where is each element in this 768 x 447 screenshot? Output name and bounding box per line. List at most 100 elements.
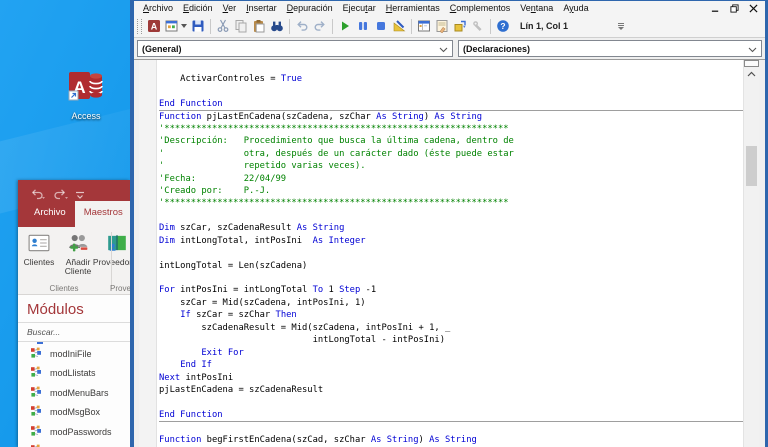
shortcut-label: Access <box>71 111 101 121</box>
menu-herramientas[interactable]: Herramientas <box>381 3 445 13</box>
paste-icon[interactable] <box>251 18 267 34</box>
code-line: 'Fecha: 22/04/99 <box>159 173 287 184</box>
tab-maestros[interactable]: Maestros <box>74 201 130 227</box>
module-name: modPasswords <box>50 426 112 437</box>
restore-icon[interactable] <box>730 3 739 13</box>
menu-ayuda[interactable]: Ayuda <box>558 3 593 13</box>
svg-text:A: A <box>151 22 158 32</box>
module-list-item[interactable]: modMenuBars <box>18 383 130 403</box>
toolbox-icon[interactable] <box>470 18 486 34</box>
nav-pane-title[interactable]: Módulos <box>18 295 130 323</box>
vbe-toolbar: A? Lín 1, Col 1 <box>134 15 765 38</box>
toolbar-separator <box>411 18 412 34</box>
cut-icon[interactable] <box>215 18 231 34</box>
module-list-item[interactable]: modLlistats <box>18 364 130 384</box>
view-access-icon[interactable]: A <box>146 18 162 34</box>
module-list-item[interactable]: modIniFile <box>18 344 130 364</box>
svg-text:?: ? <box>500 21 505 31</box>
menu-ventana[interactable]: Ventana <box>515 3 558 13</box>
customize-qat-icon[interactable] <box>75 187 91 199</box>
save-icon[interactable] <box>190 18 206 34</box>
cursor-position-indicator: Lín 1, Col 1 <box>520 21 569 31</box>
object-browser-icon[interactable] <box>452 18 468 34</box>
ribbon-button-clientes[interactable]: Clientes <box>21 232 57 277</box>
ribbon-group-divider <box>111 232 112 289</box>
module-icon <box>30 366 42 380</box>
insert-dropdown-arrow-icon[interactable] <box>181 24 187 28</box>
copy-icon[interactable] <box>233 18 249 34</box>
module-list-item-partial[interactable] <box>18 442 130 447</box>
menu-archivo[interactable]: Archivo <box>138 3 178 13</box>
scrollbar-thumb[interactable] <box>746 146 757 186</box>
module-list-item[interactable]: modMsgBox <box>18 403 130 423</box>
clientes-icon <box>28 232 50 258</box>
insert-module-icon[interactable] <box>164 18 180 34</box>
mdi-window-controls <box>711 3 765 13</box>
tab-archivo[interactable]: Archivo <box>25 201 75 227</box>
partial-module-icon-sliver <box>37 342 43 344</box>
code-line: End Function <box>159 98 223 109</box>
toolbar-grip[interactable] <box>137 18 142 34</box>
vbe-window: Archivo Edición Ver Insertar Depuración Ejecu… <box>130 0 768 447</box>
chevron-down-icon <box>748 45 757 55</box>
toolbar-overflow-handle[interactable] <box>618 22 625 30</box>
design-mode-icon[interactable] <box>391 18 407 34</box>
margin-indicator-bar[interactable] <box>139 60 157 447</box>
access-title-bar: Archivo Maestros <box>18 180 130 227</box>
break-icon[interactable] <box>355 18 371 34</box>
toolbar-separator <box>332 18 333 34</box>
ribbon-button-proveedores[interactable]: Proveedores <box>93 232 130 277</box>
module-icon <box>30 347 42 361</box>
reset-icon[interactable] <box>373 18 389 34</box>
menu-depuración[interactable]: Depuración <box>282 3 338 13</box>
procedure-combo[interactable]: (Declaraciones) <box>458 40 762 57</box>
code-editor[interactable]: ActivarControles = True End Function Func… <box>157 60 743 447</box>
redo-icon[interactable] <box>52 187 68 199</box>
code-line: szCadenaResult = Mid(szCadena, intPosIni… <box>159 322 451 333</box>
close-icon[interactable] <box>749 3 758 13</box>
menu-insertar[interactable]: Insertar <box>241 3 282 13</box>
quick-access-toolbar <box>18 180 130 201</box>
code-line: pjLastEnCadena = szCadenaResult <box>159 384 324 395</box>
access-desktop-shortcut[interactable]: A Access <box>58 71 114 121</box>
redo-icon[interactable] <box>312 18 328 34</box>
code-line: '***************************************… <box>159 198 509 209</box>
code-line: Exit For <box>201 347 244 358</box>
vertical-scrollbar[interactable] <box>743 60 759 447</box>
module-icon <box>30 425 42 439</box>
object-combo[interactable]: (General) <box>137 40 453 57</box>
undo-icon[interactable] <box>294 18 310 34</box>
module-icon <box>30 386 42 400</box>
ribbon-group-label-clientes: Clientes <box>49 284 79 293</box>
undo-icon[interactable] <box>29 187 45 199</box>
module-name: modMsgBox <box>50 407 101 418</box>
split-handle[interactable] <box>744 60 759 67</box>
minimize-icon[interactable] <box>711 4 720 13</box>
menu-complementos[interactable]: Complementos <box>445 3 516 13</box>
nav-pane-search-input[interactable]: Buscar... <box>18 323 130 342</box>
ribbon-button-anadir-cliente[interactable]: Añadir Cliente <box>60 232 96 277</box>
code-line-procedure-separator <box>159 421 743 433</box>
code-line: For intPosIni = intLongTotal To 1 Step -… <box>159 285 377 296</box>
toolbar-separator <box>210 18 211 34</box>
access-shortcut-icon: A <box>68 72 104 108</box>
menu-ejecutar[interactable]: Ejecutar <box>338 3 381 13</box>
code-line: Next intPosIni <box>159 372 234 383</box>
module-list-item[interactable]: modPasswords <box>18 422 130 442</box>
ribbon-button-label: Añadir Cliente <box>64 256 92 276</box>
ribbon-group-label-proveedores: Proveedores <box>110 284 130 293</box>
help-icon[interactable]: ? <box>495 18 511 34</box>
proveedores-icon <box>106 232 128 258</box>
scroll-up-arrow[interactable] <box>744 67 759 81</box>
run-icon[interactable] <box>337 18 353 34</box>
screen: A Access Archivo Maestros Clientes Añadir … <box>0 0 768 447</box>
find-icon[interactable] <box>269 18 285 34</box>
project-explorer-icon[interactable] <box>416 18 432 34</box>
properties-window-icon[interactable] <box>434 18 450 34</box>
code-line: szCar = Mid(szCadena, intPosIni, 1) <box>159 297 366 308</box>
menu-edición[interactable]: Edición <box>178 3 218 13</box>
menu-ver[interactable]: Ver <box>218 3 242 13</box>
